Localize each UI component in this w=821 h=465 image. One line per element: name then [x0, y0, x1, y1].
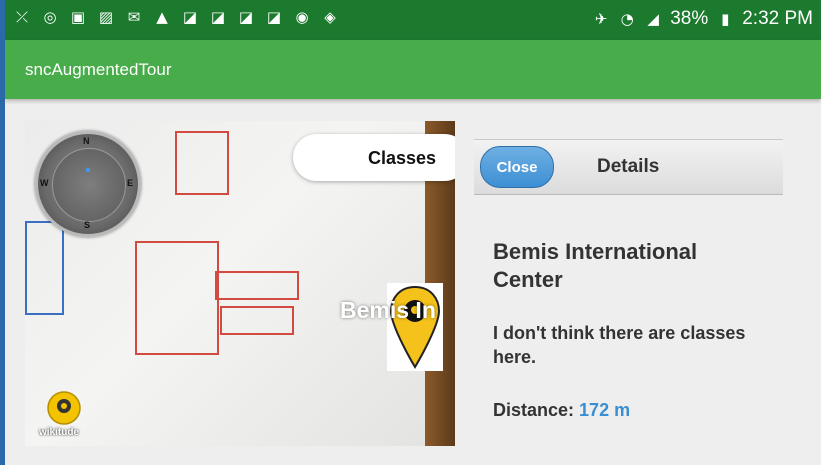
distance-row: Distance: 172 m: [493, 400, 630, 421]
whiteboard-box: [175, 131, 229, 195]
flipboard-icon: ◪: [266, 8, 282, 26]
instagram-icon: ▣: [70, 8, 86, 26]
app-window: ⤫ ◎ ▣ ▨ ✉ ▲ ◪ ◪ ◪ ◪ ◉ ◈ ✈ ◔ ◢ 38% ▮ 2:32…: [5, 0, 821, 465]
wifi-icon: ◔: [620, 10, 634, 28]
whiteboard-box: [220, 306, 294, 335]
clock: 2:32 PM: [742, 8, 813, 29]
mute-icon: ✈: [594, 10, 608, 28]
voicemail-icon: ◉: [295, 8, 309, 26]
whiteboard-box: [135, 241, 219, 355]
whiteboard-box: [215, 271, 299, 300]
flipboard-icon: ◪: [182, 8, 198, 26]
details-header: Close Details: [474, 139, 783, 195]
signal-icon: ◢: [647, 10, 659, 28]
poi-label[interactable]: Bemis In: [340, 297, 436, 324]
radar-east: E: [127, 178, 134, 188]
classes-filter-label: Classes: [368, 148, 437, 168]
app-bar: sncAugmentedTour: [5, 40, 821, 99]
sync-icon: ◎: [43, 8, 57, 26]
radar-north: N: [83, 136, 90, 146]
distance-value: 172 m: [579, 400, 631, 420]
system-status: ✈ ◔ ◢ 38% ▮ 2:32 PM: [592, 8, 813, 30]
battery-percent: 38%: [670, 8, 709, 29]
wikitude-logo-text: wikitude: [39, 427, 80, 438]
missed-call-icon: ⤫: [15, 8, 28, 26]
drive-icon: ◈: [324, 8, 336, 26]
classes-filter-button[interactable]: Classes: [293, 134, 455, 181]
radar-poi-dot: [86, 168, 90, 172]
warning-icon: ▲: [156, 8, 168, 26]
place-name: Bemis International Center: [493, 239, 698, 292]
status-bar: ⤫ ◎ ▣ ▨ ✉ ▲ ◪ ◪ ◪ ◪ ◉ ◈ ✈ ◔ ◢ 38% ▮ 2:32…: [5, 0, 821, 40]
app-title: sncAugmentedTour: [25, 60, 172, 79]
flipboard-icon: ◪: [238, 8, 254, 26]
flipboard-icon: ◪: [210, 8, 226, 26]
whiteboard-box: [25, 221, 64, 315]
image-icon: ▨: [98, 8, 114, 26]
place-description: I don't think there are classes here.: [493, 323, 746, 367]
radar-compass: N E S W: [35, 131, 141, 237]
details-title: Details: [597, 156, 660, 177]
ar-camera-view[interactable]: N E S W Classes Bemis In wikitude: [25, 121, 455, 446]
radar-inner: [52, 148, 126, 222]
details-panel: Close Details Bemis International Center…: [474, 121, 801, 446]
radar-south: S: [84, 220, 91, 230]
gmail-icon: ✉: [127, 8, 141, 26]
radar-west: W: [40, 178, 49, 188]
wikitude-logo-icon: [47, 391, 81, 425]
close-button[interactable]: Close: [480, 146, 554, 188]
notification-icons: ⤫ ◎ ▣ ▨ ✉ ▲ ◪ ◪ ◪ ◪ ◉ ◈: [13, 8, 339, 26]
distance-label: Distance:: [493, 400, 575, 420]
battery-icon: ▮: [721, 10, 730, 28]
